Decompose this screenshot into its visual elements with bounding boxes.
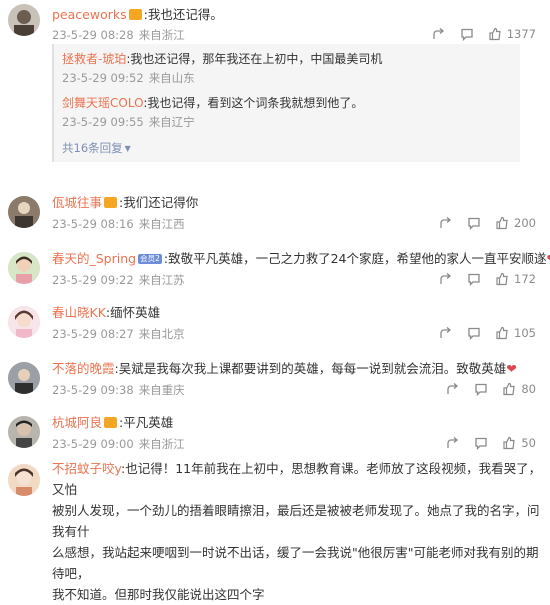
comment-icon[interactable]: [467, 326, 481, 340]
comment-time: 23-5-29 08:28: [52, 28, 134, 42]
comment-item: 春山晓KK:缅怀英雄 23-5-29 08:27 来自北京 105: [0, 300, 550, 350]
reply-username[interactable]: 拯救者-琥珀: [62, 52, 126, 66]
avatar[interactable]: [8, 4, 40, 36]
comment-text: :我们还记得你: [119, 195, 198, 210]
comment-time: 23-5-29 09:38: [52, 383, 134, 397]
avatar[interactable]: [8, 196, 40, 228]
more-replies-link[interactable]: 共16条回复▼: [62, 140, 131, 156]
reply-text: :我也记得，看到这个词条我就想到他了。: [143, 96, 363, 110]
comment-text-line: 么感想，我站起来哽咽到一时说不出话，缓了一会我说"他很厉害"可能老师对我有别的期…: [52, 542, 542, 584]
comment-item: 不落的晚霞:吴斌是我每次我上课都要讲到的英雄，每每一说到就会流泪。致敬英雄❤ 2…: [0, 356, 550, 406]
like-count: 1377: [507, 27, 536, 41]
avatar[interactable]: [8, 252, 40, 284]
avatar[interactable]: [8, 362, 40, 394]
share-icon[interactable]: [439, 216, 453, 230]
thumbs-up-icon: [495, 272, 509, 286]
share-icon[interactable]: [439, 272, 453, 286]
comment-location: 来自江西: [139, 217, 185, 231]
comment-time: 23-5-29 08:27: [52, 327, 134, 341]
reply-username[interactable]: 剑舞天瑶COLO: [62, 96, 143, 110]
comment-text: :平凡英雄: [119, 415, 173, 430]
thumbs-up-icon: [502, 436, 516, 450]
like-count: 172: [514, 272, 536, 286]
comment-location: 来自江苏: [139, 273, 185, 287]
heart-emoji: ❤: [506, 361, 516, 376]
reply-thread: 拯救者-琥珀:我也还记得，那年我还在上初中，中国最美司机 23-5-29 09:…: [52, 44, 520, 162]
username[interactable]: 不招蚊子咬y: [52, 461, 121, 476]
comment-location: 来自北京: [139, 327, 185, 341]
reply-time: 23-5-29 09:52: [62, 71, 144, 85]
comment-time: 23-5-29 09:22: [52, 273, 134, 287]
like-button[interactable]: 50: [502, 436, 536, 450]
share-icon[interactable]: [432, 27, 446, 41]
avatar[interactable]: [8, 306, 40, 338]
comment-text: :缅怀英雄: [106, 305, 160, 320]
like-count: 80: [521, 382, 536, 396]
thumbs-up-icon: [502, 382, 516, 396]
comment-item: peaceworks :我也还记得。 23-5-29 08:28 来自浙江 1377…: [0, 0, 550, 170]
comment-text-line: 我不知道。但那时我仅能说出这四个字: [52, 584, 542, 605]
reply-time: 23-5-29 09:55: [62, 115, 144, 129]
comment-item: 春天的_Spring会员2:致敬平凡英雄，一己之力救了24个家庭，希望他的家人一…: [0, 246, 550, 296]
like-button[interactable]: 200: [495, 216, 536, 230]
username[interactable]: 佤城往事: [52, 195, 102, 210]
comment-location: 来自浙江: [139, 28, 185, 42]
comment-item: 不招蚊子咬y:也记得！11年前我在上初中，思想教育课。老师放了这段视频，我看哭了…: [0, 458, 550, 541]
share-icon[interactable]: [446, 382, 460, 396]
share-icon[interactable]: [446, 436, 460, 450]
crown-badge-icon: [104, 197, 117, 208]
comment-text-line: :也记得！11年前我在上初中，思想教育课。老师放了这段视频，我看哭了，又怕: [52, 461, 541, 497]
comment-icon[interactable]: [467, 272, 481, 286]
comment-item: 佤城往事 :我们还记得你 23-5-29 08:16 来自江西 200: [0, 190, 550, 240]
comment-time: 23-5-29 09:00: [52, 437, 134, 451]
share-icon[interactable]: [439, 326, 453, 340]
like-button[interactable]: 172: [495, 272, 536, 286]
thumbs-up-icon: [495, 326, 509, 340]
comment-location: 来自重庆: [139, 383, 185, 397]
more-replies-label: 共16条回复: [62, 141, 123, 155]
avatar[interactable]: [8, 416, 40, 448]
comment-time: 23-5-29 08:16: [52, 217, 134, 231]
comment-location: 来自浙江: [139, 437, 185, 451]
comment-text: 不招蚊子咬y:也记得！11年前我在上初中，思想教育课。老师放了这段视频，我看哭了…: [52, 458, 542, 605]
reply-location: 来自辽宁: [149, 115, 195, 129]
username[interactable]: 杭城阿良: [52, 415, 102, 430]
like-count: 50: [521, 436, 536, 450]
comment-icon[interactable]: [474, 382, 488, 396]
crown-badge-icon: [104, 417, 117, 428]
comment-text: :我也还记得。: [144, 7, 223, 22]
username[interactable]: 春天的_Spring: [52, 251, 136, 266]
caret-down-icon: ▼: [125, 144, 131, 153]
like-count: 105: [514, 326, 536, 340]
like-button[interactable]: 105: [495, 326, 536, 340]
like-count: 200: [514, 216, 536, 230]
comment-text: :吴斌是我每次我上课都要讲到的英雄，每每一说到就会流泪。致敬英雄: [115, 361, 507, 376]
like-button[interactable]: 80: [502, 382, 536, 396]
username[interactable]: peaceworks: [52, 7, 127, 22]
username[interactable]: 春山晓KK: [52, 305, 106, 320]
thumbs-up-icon: [495, 216, 509, 230]
thumbs-up-icon: [488, 27, 502, 41]
username[interactable]: 不落的晚霞: [52, 361, 115, 376]
comment-icon[interactable]: [474, 436, 488, 450]
comment-item: 杭城阿良 :平凡英雄 23-5-29 09:00 来自浙江 50: [0, 410, 550, 460]
like-button[interactable]: 1377: [488, 27, 536, 41]
comment-icon[interactable]: [467, 216, 481, 230]
reply-text: :我也还记得，那年我还在上初中，中国最美司机: [126, 52, 382, 66]
vip-badge: 会员2: [138, 254, 162, 264]
reply-location: 来自山东: [149, 71, 195, 85]
avatar[interactable]: [8, 464, 40, 496]
comment-text: :致敬平凡英雄，一己之力救了24个家庭，希望他的家人一直平安顺遂: [164, 251, 547, 266]
comment-text-line: 被别人发现，一个劲儿的捂着眼睛擦泪，最后还是被被老师发现了。她点了我的名字，问我…: [0, 500, 542, 542]
crown-badge-icon: [129, 9, 142, 20]
comment-icon[interactable]: [460, 27, 474, 41]
heart-emoji: ❤: [547, 251, 550, 266]
